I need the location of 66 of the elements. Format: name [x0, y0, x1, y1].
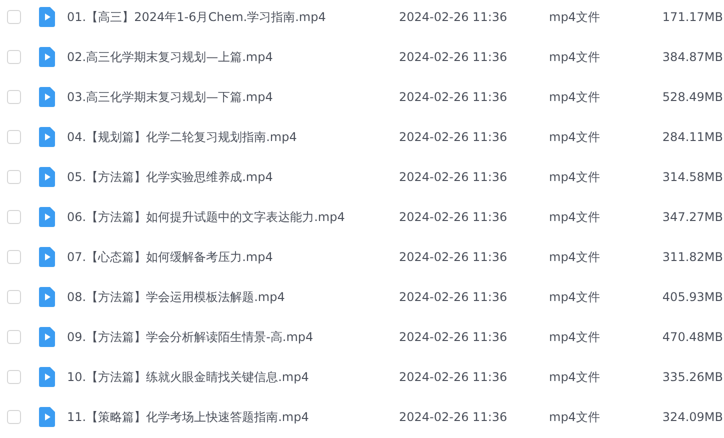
- modified-date: 2024-02-26 11:36: [399, 210, 508, 224]
- file-type: mp4文件: [549, 368, 601, 386]
- checkbox[interactable]: [7, 290, 21, 304]
- modified-date: 2024-02-26 11:36: [399, 410, 508, 424]
- file-type: mp4文件: [549, 208, 601, 226]
- file-type: mp4文件: [549, 408, 601, 426]
- checkbox[interactable]: [7, 50, 21, 64]
- checkbox[interactable]: [7, 210, 21, 224]
- file-size: 324.09MB: [661, 410, 723, 424]
- file-type: mp4文件: [549, 288, 601, 306]
- video-file-icon: [39, 327, 55, 347]
- video-file-icon: [39, 47, 55, 67]
- video-file-icon: [39, 167, 55, 187]
- video-file-icon: [39, 7, 55, 27]
- checkbox[interactable]: [7, 90, 21, 104]
- video-file-icon: [39, 407, 55, 427]
- file-size: 311.82MB: [661, 250, 723, 264]
- file-name[interactable]: 07.【心态篇】如何缓解备考压力.mp4: [67, 248, 399, 266]
- file-size: 335.26MB: [661, 370, 723, 384]
- file-name[interactable]: 05.【方法篇】化学实验思维养成.mp4: [67, 168, 399, 186]
- modified-date: 2024-02-26 11:36: [399, 170, 508, 184]
- checkbox[interactable]: [7, 330, 21, 344]
- file-type: mp4文件: [549, 8, 601, 26]
- file-size: 470.48MB: [661, 330, 723, 344]
- file-size: 171.17MB: [661, 10, 723, 24]
- file-type: mp4文件: [549, 168, 601, 186]
- checkbox[interactable]: [7, 370, 21, 384]
- file-name[interactable]: 03.高三化学期末复习规划—下篇.mp4: [67, 88, 399, 106]
- video-file-icon: [39, 287, 55, 307]
- video-file-icon: [39, 247, 55, 267]
- checkbox[interactable]: [7, 130, 21, 144]
- modified-date: 2024-02-26 11:36: [399, 370, 508, 384]
- file-name[interactable]: 11.【策略篇】化学考场上快速答题指南.mp4: [67, 408, 399, 426]
- file-type: mp4文件: [549, 248, 601, 266]
- file-type: mp4文件: [549, 88, 601, 106]
- modified-date: 2024-02-26 11:36: [399, 330, 508, 344]
- modified-date: 2024-02-26 11:36: [399, 50, 508, 64]
- checkbox[interactable]: [7, 250, 21, 264]
- file-type: mp4文件: [549, 48, 601, 66]
- video-file-icon: [39, 367, 55, 387]
- file-size: 314.58MB: [661, 170, 723, 184]
- modified-date: 2024-02-26 11:36: [399, 10, 508, 24]
- file-size: 284.11MB: [661, 130, 723, 144]
- checkbox[interactable]: [7, 410, 21, 424]
- file-name[interactable]: 01.【高三】2024年1-6月Chem.学习指南.mp4: [67, 8, 399, 26]
- file-type: mp4文件: [549, 128, 601, 146]
- file-name[interactable]: 08.【方法篇】学会运用模板法解题.mp4: [67, 288, 399, 306]
- modified-date: 2024-02-26 11:36: [399, 250, 508, 264]
- file-size: 384.87MB: [661, 50, 723, 64]
- file-name[interactable]: 06.【方法篇】如何提升试题中的文字表达能力.mp4: [67, 208, 399, 226]
- file-name[interactable]: 10.【方法篇】练就火眼金睛找关键信息.mp4: [67, 368, 399, 386]
- file-type: mp4文件: [549, 328, 601, 346]
- video-file-icon: [39, 127, 55, 147]
- file-name[interactable]: 02.高三化学期末复习规划—上篇.mp4: [67, 48, 399, 66]
- file-name[interactable]: 04.【规划篇】化学二轮复习规划指南.mp4: [67, 128, 399, 146]
- modified-date: 2024-02-26 11:36: [399, 90, 508, 104]
- modified-date: 2024-02-26 11:36: [399, 290, 508, 304]
- video-file-icon: [39, 87, 55, 107]
- file-size: 405.93MB: [661, 290, 723, 304]
- checkbox[interactable]: [7, 170, 21, 184]
- checkbox[interactable]: [7, 10, 21, 24]
- file-size: 347.27MB: [661, 210, 723, 224]
- modified-date: 2024-02-26 11:36: [399, 130, 508, 144]
- file-name[interactable]: 09.【方法篇】学会分析解读陌生情景-高.mp4: [67, 328, 399, 346]
- video-file-icon: [39, 207, 55, 227]
- file-size: 528.49MB: [661, 90, 723, 104]
